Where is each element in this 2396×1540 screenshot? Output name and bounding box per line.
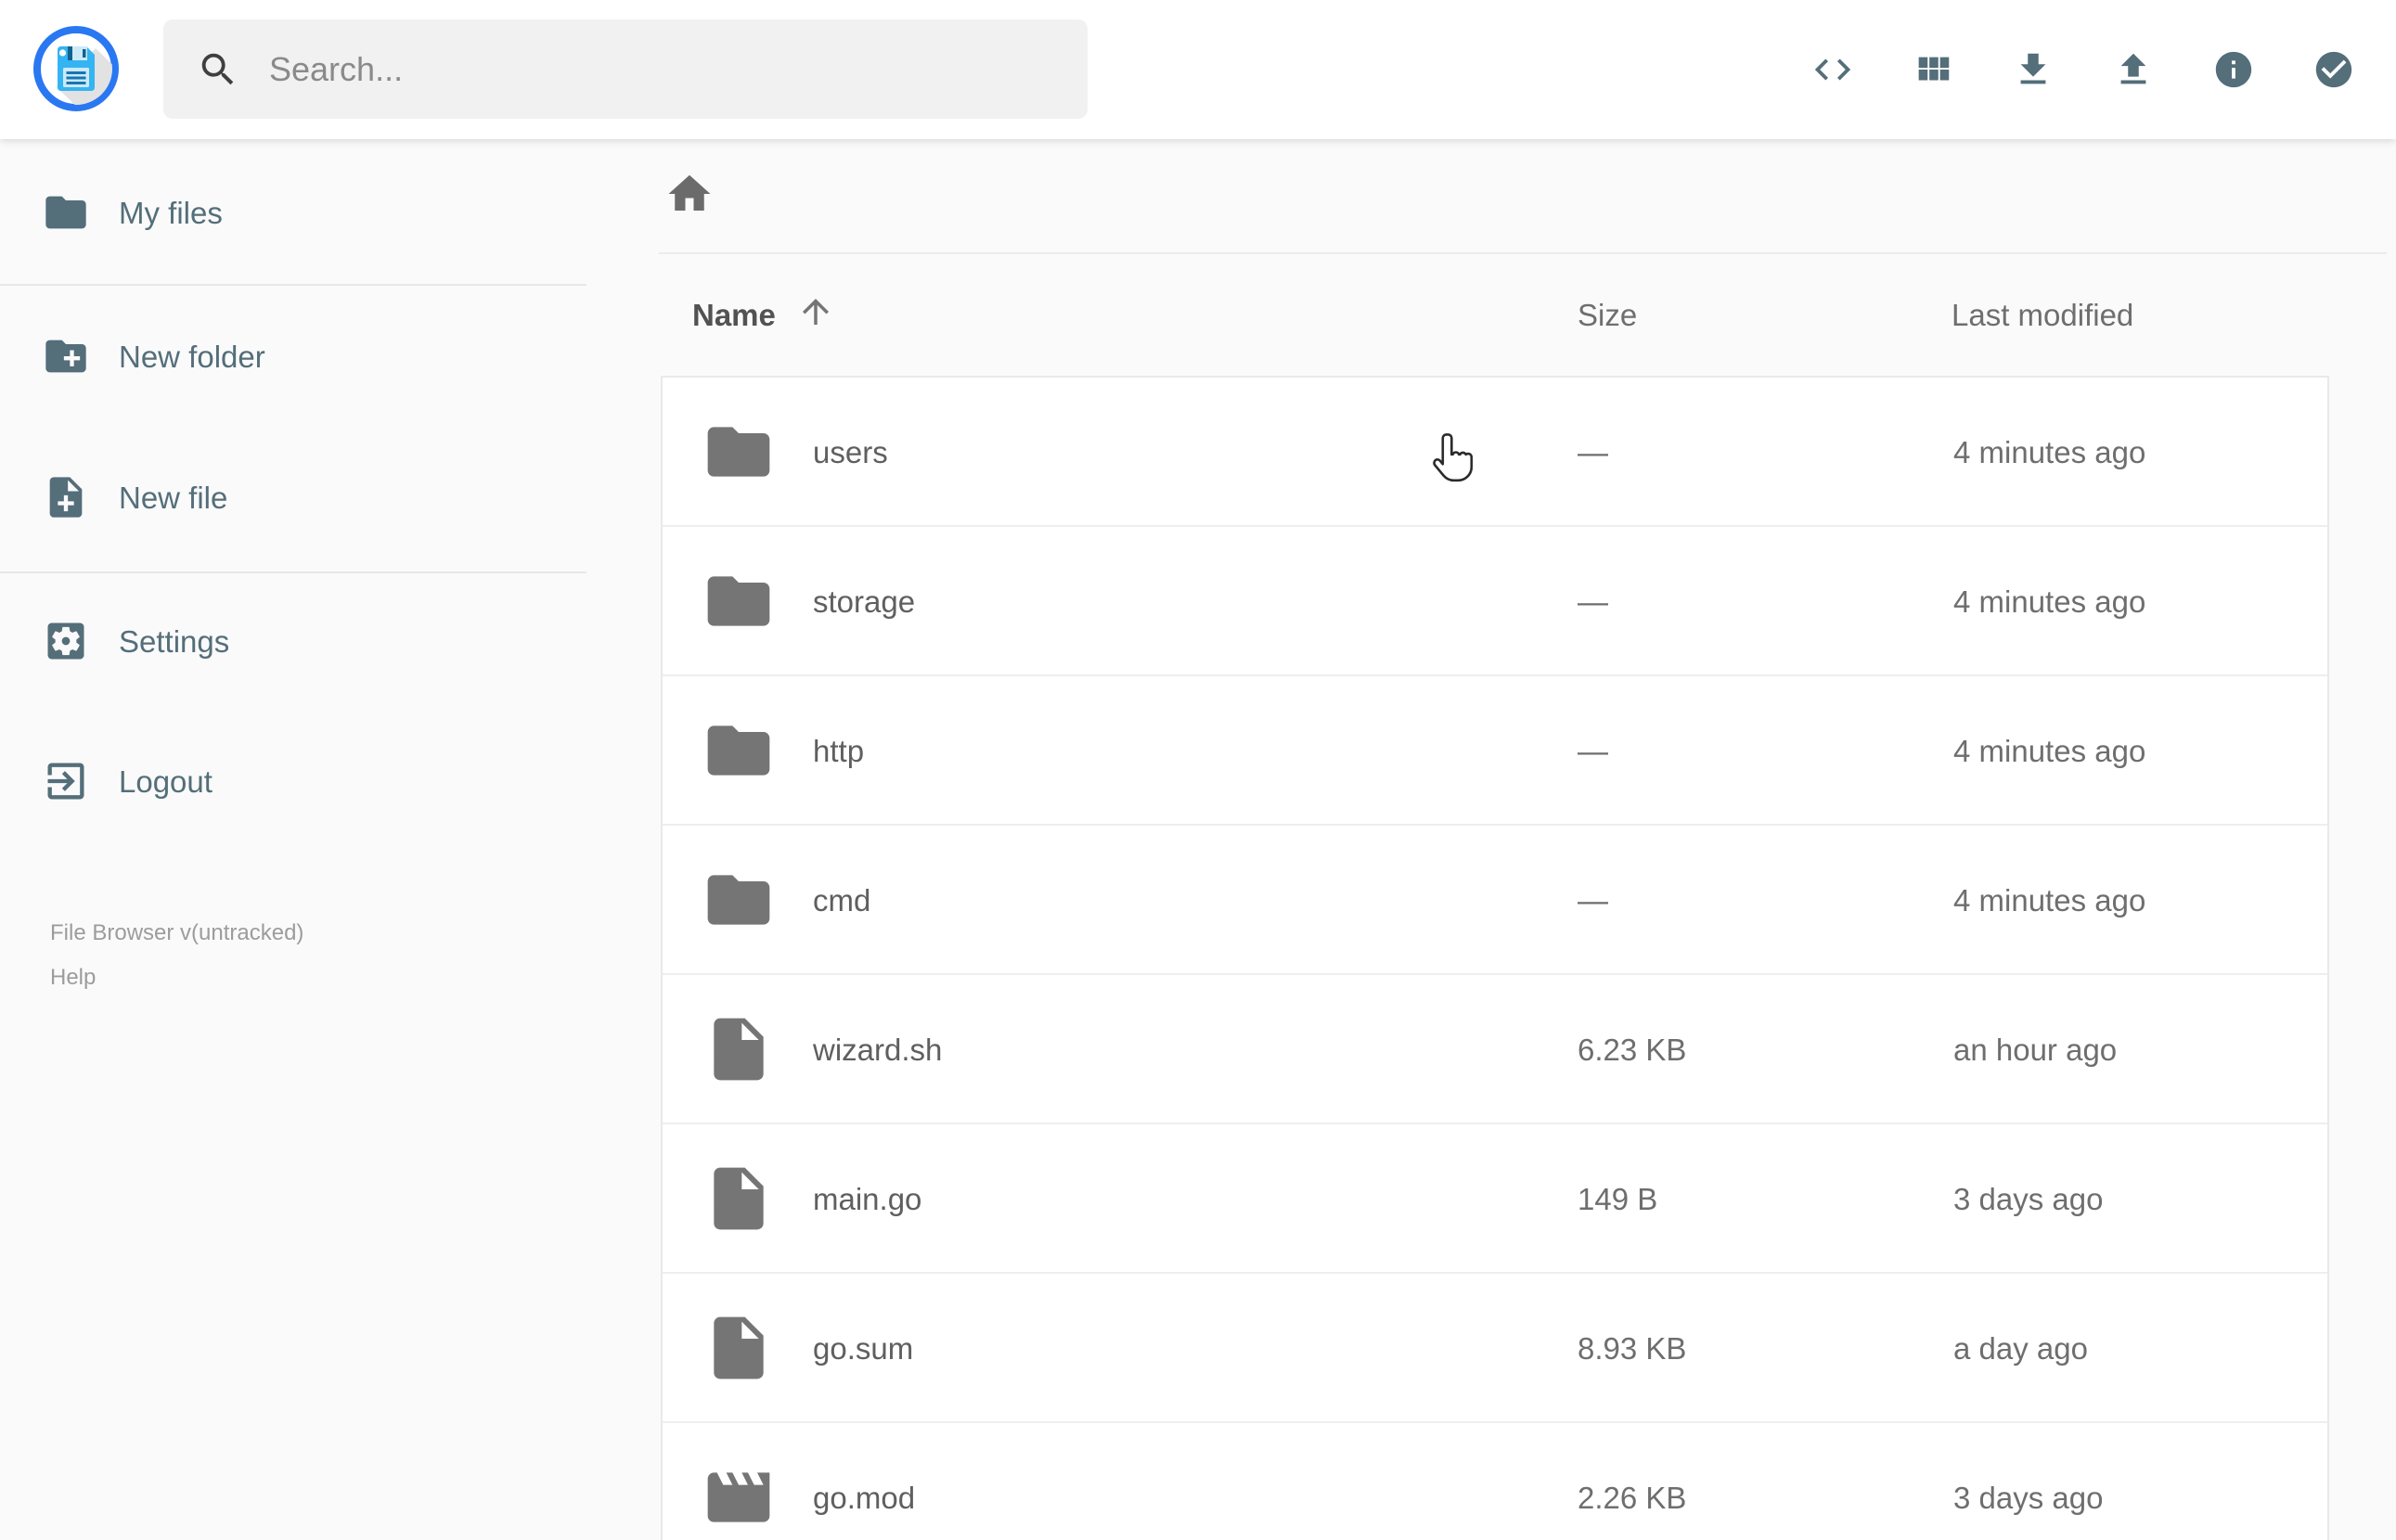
column-header-size[interactable]: Size <box>1578 294 1637 337</box>
grid-icon <box>1912 48 1954 91</box>
download-button[interactable] <box>2012 48 2055 91</box>
search-icon <box>197 48 239 91</box>
file-name: http <box>813 733 865 768</box>
file-modified: 4 minutes ago <box>1953 434 2146 469</box>
breadcrumb-home-button[interactable] <box>664 169 715 219</box>
column-header-name[interactable]: Name <box>692 294 835 337</box>
file-modified: 4 minutes ago <box>1953 882 2146 918</box>
version-text: File Browser v(untracked) <box>50 920 304 945</box>
sidebar-item-logout[interactable]: Logout <box>0 736 586 828</box>
folder-icon <box>702 564 776 638</box>
code-icon <box>1811 48 1854 91</box>
file-row[interactable]: wizard.sh 6.23 KB an hour ago <box>663 975 2327 1124</box>
file-list: users — 4 minutes ago storage — 4 minute… <box>661 376 2329 1540</box>
file-row[interactable]: storage — 4 minutes ago <box>663 527 2327 676</box>
file-size: 8.93 KB <box>1578 1330 1687 1366</box>
file-size: 6.23 KB <box>1578 1032 1687 1067</box>
file-modified: a day ago <box>1953 1330 2088 1366</box>
file-row[interactable]: main.go 149 B 3 days ago <box>663 1124 2327 1274</box>
sort-ascending-icon <box>796 292 835 339</box>
sidebar-item-label: New file <box>119 481 228 515</box>
sidebar-divider <box>0 284 586 286</box>
column-modified-label: Last modified <box>1952 298 2134 332</box>
sidebar-item-settings[interactable]: Settings <box>0 596 586 688</box>
folder-icon <box>702 415 776 489</box>
file-row[interactable]: http — 4 minutes ago <box>663 676 2327 826</box>
movie-icon <box>702 1460 776 1534</box>
file-modified: 4 minutes ago <box>1953 733 2146 768</box>
logout-icon <box>42 757 90 808</box>
file-row[interactable]: cmd — 4 minutes ago <box>663 826 2327 975</box>
search-bar[interactable] <box>163 19 1088 119</box>
column-name-label: Name <box>692 298 776 332</box>
floppy-disk-icon <box>30 26 122 118</box>
check-circle-icon <box>2312 48 2355 91</box>
file-icon <box>702 1012 776 1086</box>
file-row[interactable]: go.sum 8.93 KB a day ago <box>663 1274 2327 1423</box>
file-size: — <box>1578 882 1608 918</box>
toolbar-actions <box>1811 0 2355 139</box>
settings-icon <box>42 617 90 668</box>
folder-icon <box>702 863 776 937</box>
file-modified: 3 days ago <box>1953 1181 2104 1216</box>
top-bar <box>0 0 2396 139</box>
sidebar-item-label: New folder <box>119 340 265 374</box>
sidebar-item-label: Settings <box>119 624 230 659</box>
file-name: cmd <box>813 882 871 918</box>
sidebar-item-new-folder[interactable]: New folder <box>0 311 586 404</box>
grid-view-button[interactable] <box>1912 48 1954 91</box>
file-modified: 4 minutes ago <box>1953 584 2146 619</box>
upload-icon <box>2112 48 2155 91</box>
switch-view-button[interactable] <box>1811 48 1854 91</box>
file-modified: 3 days ago <box>1953 1480 2104 1515</box>
sidebar-footer: File Browser v(untracked) Help <box>50 917 303 995</box>
file-size: 2.26 KB <box>1578 1480 1687 1515</box>
file-modified: an hour ago <box>1953 1032 2118 1067</box>
file-size: — <box>1578 584 1608 619</box>
new-folder-icon <box>42 332 90 383</box>
sidebar-item-new-file[interactable]: New file <box>0 452 586 545</box>
sidebar-divider <box>0 571 586 573</box>
file-size: — <box>1578 434 1608 469</box>
select-multiple-button[interactable] <box>2312 48 2355 91</box>
sidebar-item-label: My files <box>119 196 223 230</box>
file-name: go.mod <box>813 1480 916 1515</box>
file-name: wizard.sh <box>813 1032 943 1067</box>
file-size: 149 B <box>1578 1181 1658 1216</box>
breadcrumb-divider <box>659 252 2387 254</box>
search-input[interactable] <box>267 48 1060 90</box>
file-icon <box>702 1311 776 1385</box>
file-name: go.sum <box>813 1330 914 1366</box>
file-row[interactable]: users — 4 minutes ago <box>663 378 2327 527</box>
sidebar-item-my-files[interactable]: My files <box>0 167 586 260</box>
upload-button[interactable] <box>2112 48 2155 91</box>
home-icon <box>664 174 715 222</box>
file-size: — <box>1578 733 1608 768</box>
file-icon <box>702 1161 776 1236</box>
sidebar: My files New folder New file Settings Lo… <box>0 139 586 1540</box>
sidebar-item-label: Logout <box>119 764 213 799</box>
folder-icon <box>702 713 776 788</box>
file-name: storage <box>813 584 916 619</box>
column-header-modified[interactable]: Last modified <box>1952 294 2133 337</box>
download-icon <box>2012 48 2055 91</box>
file-name: users <box>813 434 888 469</box>
new-file-icon <box>42 473 90 524</box>
file-row[interactable]: go.mod 2.26 KB 3 days ago <box>663 1423 2327 1540</box>
file-name: main.go <box>813 1181 922 1216</box>
file-browser-logo[interactable] <box>30 22 122 115</box>
folder-icon <box>42 188 90 239</box>
help-link[interactable]: Help <box>50 961 96 995</box>
info-button[interactable] <box>2212 48 2255 91</box>
column-size-label: Size <box>1578 298 1638 332</box>
info-icon <box>2212 48 2255 91</box>
